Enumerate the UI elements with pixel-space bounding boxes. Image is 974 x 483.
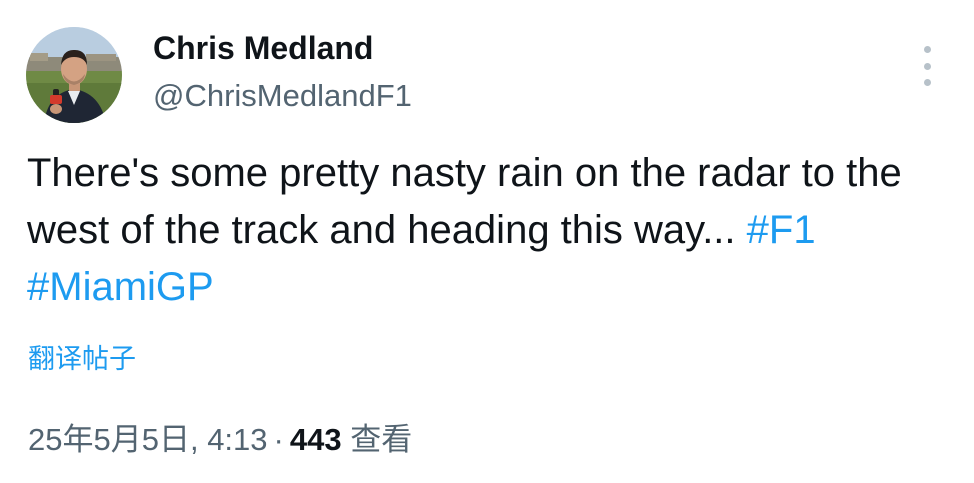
tweet-card: Chris Medland @ChrisMedlandF1 There's so… — [0, 0, 974, 483]
meta-separator: · — [273, 422, 284, 457]
more-vertical-icon-dot-3 — [923, 79, 931, 86]
views-label[interactable]: 查看 — [350, 422, 412, 457]
hashtag-miamigp[interactable]: #MiamiGP — [27, 265, 214, 309]
hashtag-f1[interactable]: #F1 — [747, 208, 816, 252]
profile-photo — [26, 27, 122, 123]
avatar[interactable] — [26, 27, 122, 123]
more-options-button[interactable] — [915, 46, 939, 86]
views-count: 443 — [289, 422, 342, 457]
user-handle[interactable]: @ChrisMedlandF1 — [153, 77, 412, 115]
more-vertical-icon-dot-2 — [923, 62, 931, 70]
tweet-meta: 25年5月5日, 4:13 · 443 查看 — [28, 420, 412, 460]
tweet-text: There's some pretty nasty rain on the ra… — [27, 145, 947, 316]
timestamp[interactable]: 25年5月5日, 4:13 — [28, 422, 268, 457]
display-name[interactable]: Chris Medland — [153, 28, 373, 68]
more-vertical-icon — [923, 46, 931, 53]
translate-post-link[interactable]: 翻译帖子 — [28, 341, 136, 377]
